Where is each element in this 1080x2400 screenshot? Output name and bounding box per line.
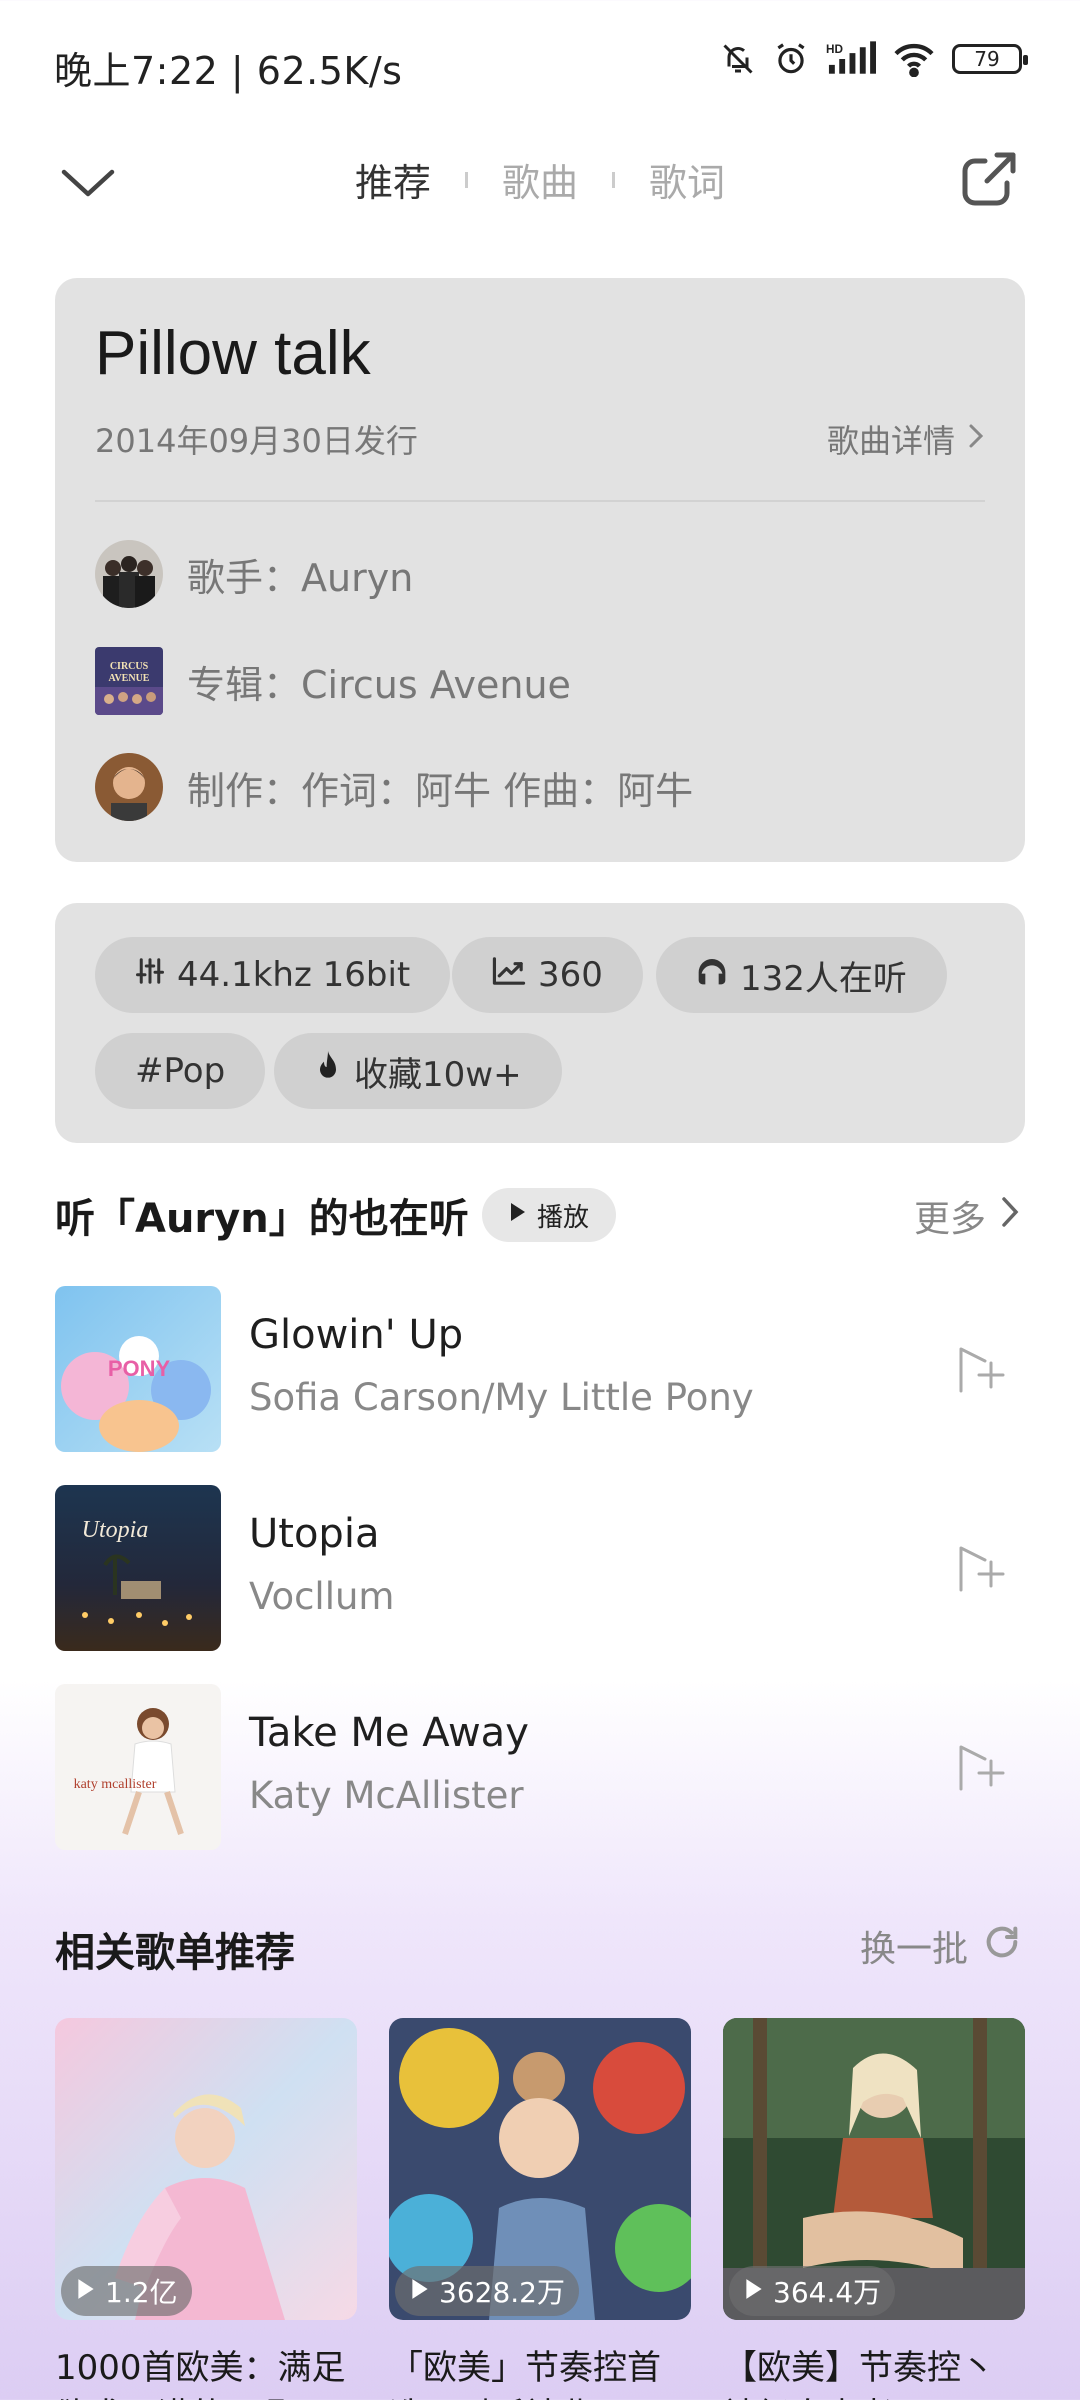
alarm-icon xyxy=(772,40,810,78)
svg-text:CIRCUS: CIRCUS xyxy=(110,661,149,672)
tab-divider xyxy=(612,171,615,188)
equalizer-icon xyxy=(135,955,165,995)
play-count: 1.2亿 xyxy=(61,2266,192,2316)
play-count: 3628.2万 xyxy=(395,2266,579,2316)
chevron-right-icon xyxy=(1000,1195,1020,1238)
playlist-title: 【欧美】节奏控丶神经自由者 xyxy=(723,2348,995,2400)
svg-text:HD: HD xyxy=(826,43,843,56)
credits-row[interactable]: 制作：作词：阿牛 作曲：阿牛 xyxy=(95,753,693,821)
song-info-card: Pillow talk 2014年09月30日发行 歌曲详情 歌手：Auryn … xyxy=(55,278,1025,862)
more-label: 更多 xyxy=(913,1199,986,1240)
singer-avatar xyxy=(95,540,163,608)
add-to-playlist-icon[interactable] xyxy=(951,1739,1007,1795)
card-divider xyxy=(95,500,985,502)
song-detail-label: 歌曲详情 xyxy=(826,422,955,460)
play-count-label: 364.4万 xyxy=(773,2276,882,2309)
status-time: 晚上7:22 | 62.5K/s xyxy=(54,49,403,93)
singer-row[interactable]: 歌手：Auryn xyxy=(95,540,413,608)
play-count-label: 1.2亿 xyxy=(105,2276,178,2309)
song-cover: katy mcallister xyxy=(55,1684,221,1850)
favorites-label: 收藏10w+ xyxy=(354,1054,522,1095)
listening-label: 132人在听 xyxy=(740,958,907,999)
song-title: Take Me Away xyxy=(249,1710,529,1756)
trend-chart-icon xyxy=(492,955,526,995)
hd-signal-icon: HD xyxy=(826,40,876,78)
quality-label: 44.1khz 16bit xyxy=(177,955,411,995)
refresh-icon xyxy=(982,1922,1022,1971)
refresh-label: 换一批 xyxy=(859,1929,968,1970)
playlist-title: 「欧美」节奏控首选，耐听神曲 xyxy=(389,2348,661,2400)
trend-tag[interactable]: 360 xyxy=(452,937,643,1013)
flame-icon xyxy=(314,1050,342,1092)
song-title: Pillow talk xyxy=(95,319,371,388)
bell-muted-icon xyxy=(720,41,756,77)
playlist-cover: 3628.2万 xyxy=(389,2018,691,2320)
listening-tag[interactable]: 132人在听 xyxy=(656,937,947,1013)
singer-label: 歌手：Auryn xyxy=(187,555,414,600)
playlist-card[interactable]: 3628.2万 「欧美」节奏控首选，耐听神曲 xyxy=(389,2018,691,2400)
headphones-icon xyxy=(696,955,728,995)
trend-label: 360 xyxy=(538,955,603,995)
more-link[interactable]: 更多 xyxy=(914,1190,1020,1242)
song-artist: Katy McAllister xyxy=(249,1774,524,1817)
svg-text:Utopia: Utopia xyxy=(82,1517,149,1543)
tab-recommend[interactable]: 推荐 xyxy=(355,152,431,207)
playlist-card[interactable]: 364.4万 【欧美】节奏控丶神经自由者 xyxy=(723,2018,1025,2400)
wifi-icon xyxy=(892,41,936,77)
tags-card: 44.1khz 16bit 360 132人在听 #Pop 收藏10w+ xyxy=(55,903,1025,1143)
play-count: 364.4万 xyxy=(729,2266,896,2316)
chevron-right-icon xyxy=(967,420,985,458)
also-listening-heading: 听「Auryn」的也在听 xyxy=(55,1196,469,1242)
nav-tabs: 推荐 歌曲 歌词 xyxy=(0,152,1080,207)
album-row[interactable]: CIRCUS AVENUE 专辑：Circus Avenue xyxy=(95,647,571,715)
playlist-cover: 1.2亿 xyxy=(55,2018,357,2320)
song-list-item[interactable]: katy mcallister Take Me Away Katy McAlli… xyxy=(55,1684,1025,1850)
play-all-label: 播放 xyxy=(536,1202,589,1233)
song-list-item[interactable]: Utopia Utopia Vocllum xyxy=(55,1485,1025,1651)
favorites-tag[interactable]: 收藏10w+ xyxy=(274,1033,562,1109)
tab-lyrics[interactable]: 歌词 xyxy=(649,152,725,207)
producer-avatar xyxy=(95,753,163,821)
album-cover: CIRCUS AVENUE xyxy=(95,647,163,715)
top-nav: 推荐 歌曲 歌词 xyxy=(0,130,1080,230)
genre-tag[interactable]: #Pop xyxy=(95,1033,266,1109)
tab-divider xyxy=(464,171,468,188)
playlist-title: 1000首欧美：满足欲求不满的耳朵 xyxy=(55,2348,346,2400)
song-title: Glowin' Up xyxy=(249,1312,464,1358)
play-icon xyxy=(743,2275,765,2308)
status-icons: HD 79 xyxy=(720,40,1028,78)
related-playlists-heading: 相关歌单推荐 xyxy=(55,1930,295,1976)
play-icon xyxy=(509,1200,527,1230)
status-bar: 晚上7:22 | 62.5K/s HD 79 xyxy=(0,0,1080,130)
tab-song[interactable]: 歌曲 xyxy=(502,152,578,207)
play-icon xyxy=(75,2275,97,2308)
play-all-button[interactable]: 播放 xyxy=(482,1188,616,1242)
release-date: 2014年09月30日发行 xyxy=(95,422,418,460)
svg-text:PONY: PONY xyxy=(108,1356,171,1381)
album-label: 专辑：Circus Avenue xyxy=(187,662,571,707)
song-artist: Sofia Carson/My Little Pony xyxy=(249,1376,754,1419)
share-icon[interactable] xyxy=(952,144,1024,216)
play-count-label: 3628.2万 xyxy=(439,2276,565,2309)
song-detail-link[interactable]: 歌曲详情 xyxy=(827,416,985,462)
quality-tag[interactable]: 44.1khz 16bit xyxy=(95,937,451,1013)
svg-text:katy mcallister: katy mcallister xyxy=(74,1777,157,1792)
add-to-playlist-icon[interactable] xyxy=(951,1540,1007,1596)
song-artist: Vocllum xyxy=(249,1575,395,1618)
song-cover: Utopia xyxy=(55,1485,221,1651)
genre-label: #Pop xyxy=(135,1051,226,1091)
playlist-cover: 364.4万 xyxy=(723,2018,1025,2320)
credits-label: 制作：作词：阿牛 作曲：阿牛 xyxy=(187,768,694,813)
song-title: Utopia xyxy=(249,1511,380,1557)
song-list-item[interactable]: PONY Glowin' Up Sofia Carson/My Little P… xyxy=(55,1286,1025,1452)
playlist-card[interactable]: 1.2亿 1000首欧美：满足欲求不满的耳朵 xyxy=(55,2018,357,2400)
battery-icon: 79 xyxy=(952,44,1028,74)
add-to-playlist-icon[interactable] xyxy=(951,1341,1007,1397)
svg-text:AVENUE: AVENUE xyxy=(109,673,150,684)
refresh-button[interactable]: 换一批 xyxy=(860,1920,1022,1972)
song-cover: PONY xyxy=(55,1286,221,1452)
play-icon xyxy=(409,2275,431,2308)
